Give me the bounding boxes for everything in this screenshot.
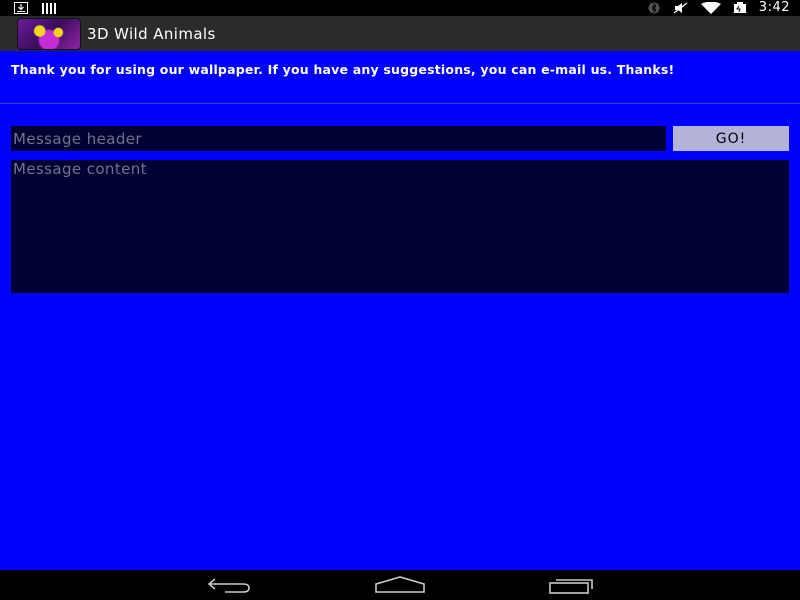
info-message: Thank you for using our wallpaper. If yo… [11, 62, 675, 77]
message-content-input[interactable] [11, 160, 789, 293]
battery-icon [733, 0, 747, 18]
signal-bars-icon [42, 0, 58, 18]
download-icon [14, 0, 28, 18]
status-left [14, 0, 58, 18]
home-icon[interactable] [374, 575, 426, 599]
divider [0, 103, 800, 104]
status-right: 3:42 [647, 0, 790, 18]
status-bar: 3:42 [0, 0, 800, 16]
status-time: 3:42 [758, 0, 790, 15]
wifi-icon [700, 0, 721, 18]
action-bar: 3D Wild Animals [0, 16, 800, 51]
recents-icon[interactable] [548, 575, 596, 599]
bluetooth-icon [647, 0, 661, 18]
navigation-bar [0, 570, 800, 600]
screen: 3:42 3D Wild Animals Thank you for using… [0, 0, 800, 600]
mute-icon [673, 0, 689, 18]
main-content: Thank you for using our wallpaper. If yo… [0, 51, 800, 570]
app-title: 3D Wild Animals [87, 24, 216, 43]
go-button[interactable]: GO! [673, 126, 789, 151]
app-icon[interactable] [17, 17, 81, 50]
back-icon[interactable] [205, 575, 253, 599]
message-header-input[interactable] [11, 126, 666, 151]
